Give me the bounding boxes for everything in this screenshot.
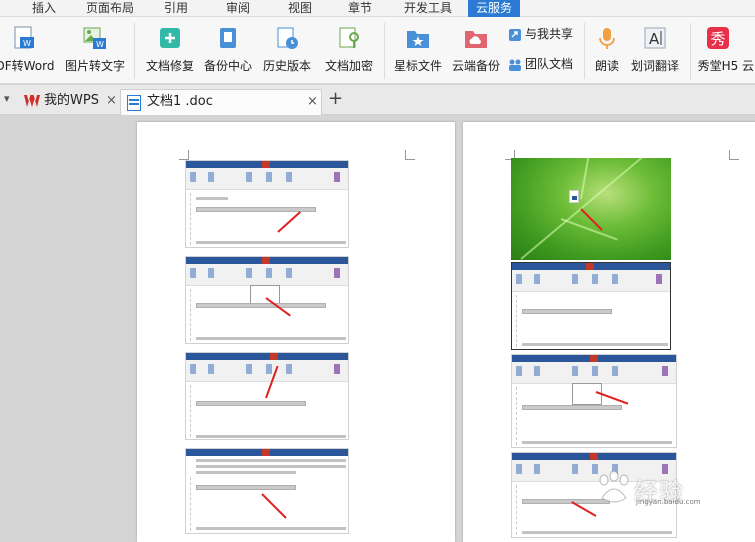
tab-my-wps[interactable]: 我的WPS × — [22, 89, 120, 115]
read-aloud-label: 朗读 — [594, 59, 619, 73]
share-icon — [509, 28, 521, 41]
history-clock-icon — [277, 27, 298, 49]
ribbon-separator — [384, 23, 385, 79]
tab-my-wps-label: 我的WPS — [44, 93, 99, 108]
word-translate-button[interactable]: A 划词翻译 — [626, 17, 684, 84]
wps-logo-icon — [24, 95, 40, 107]
word-file-icon — [569, 190, 579, 203]
xiutang-glyph: 秀 — [710, 30, 726, 48]
cloud-more-label: 云 — [742, 59, 755, 73]
star-file-label: 星标文件 — [393, 59, 442, 73]
close-tab-my-wps-icon[interactable]: × — [106, 89, 117, 113]
embedded-screenshot[interactable] — [511, 262, 671, 350]
page-corner-mark — [179, 150, 189, 160]
menu-tab-view[interactable]: 视图 — [282, 0, 318, 17]
word-doc-icon — [127, 95, 141, 111]
backup-center-button[interactable]: 备份中心 — [200, 17, 256, 84]
pdf-to-word-button[interactable]: W DF转Word — [0, 17, 56, 84]
xiutang-h5-button[interactable]: 秀 秀堂H5 — [694, 17, 742, 84]
embedded-screenshot[interactable] — [511, 354, 677, 448]
cloud-backup-label: 云端备份 — [451, 59, 500, 73]
team-icon — [509, 59, 521, 71]
menu-tab-review[interactable]: 审阅 — [220, 0, 256, 17]
shared-with-me-label: 与我共享 — [525, 27, 574, 41]
microphone-icon — [599, 28, 615, 49]
doc-encrypt-label: 文档加密 — [324, 59, 373, 73]
page-corner-mark — [405, 150, 415, 160]
leaf-desktop-image[interactable] — [511, 158, 671, 260]
star-file-button[interactable]: 星标文件 — [390, 17, 446, 84]
watermark-url: jingyan.baidu.com — [636, 498, 701, 506]
doc-encrypt-button[interactable]: 文档加密 — [320, 17, 378, 84]
doc-repair-label: 文档修复 — [145, 59, 194, 73]
tab-list-dropdown-icon[interactable]: ▾ — [4, 92, 10, 105]
shared-with-me-button[interactable]: 与我共享 — [508, 25, 573, 45]
embedded-screenshot[interactable] — [185, 448, 349, 534]
embedded-screenshot[interactable] — [185, 256, 349, 344]
word-translate-label: 划词翻译 — [630, 59, 679, 73]
backup-center-icon — [220, 28, 236, 48]
menu-bar: 插入 页面布局 引用 审阅 视图 章节 开发工具 云服务 — [0, 0, 755, 17]
menu-tab-cloud[interactable]: 云服务 — [468, 0, 520, 17]
menu-tab-chapter[interactable]: 章节 — [342, 0, 378, 17]
image-to-text-icon: W — [83, 27, 106, 49]
embedded-screenshot[interactable] — [185, 352, 349, 440]
baidu-paw-logo-icon — [599, 470, 629, 503]
svg-text:A: A — [649, 30, 660, 48]
doc-repair-icon — [160, 28, 180, 48]
tab-document1-label: 文档1 .doc — [147, 94, 213, 109]
page-left[interactable] — [137, 122, 455, 542]
lock-icon — [339, 27, 359, 48]
cloud-more-button[interactable]: 云 — [742, 17, 755, 84]
doc-repair-button[interactable]: 文档修复 — [142, 17, 198, 84]
svg-text:W: W — [23, 39, 31, 48]
xiutang-label: 秀堂H5 — [697, 59, 739, 73]
menu-tab-layout[interactable]: 页面布局 — [82, 0, 138, 17]
menu-tab-reference[interactable]: 引用 — [158, 0, 194, 17]
ribbon-separator — [584, 23, 585, 79]
baidu-jingyan-watermark: 经验 jingyan.baidu.com — [588, 470, 718, 506]
ribbon-separator — [690, 23, 691, 79]
read-aloud-button[interactable]: 朗读 — [588, 17, 626, 84]
menu-tab-devtools[interactable]: 开发工具 — [398, 0, 458, 17]
image-to-text-label: 图片转文字 — [64, 59, 125, 73]
image-to-text-button[interactable]: W 图片转文字 — [62, 17, 128, 84]
embedded-screenshot[interactable] — [185, 160, 349, 248]
svg-text:W: W — [96, 40, 104, 49]
tab-document1[interactable]: 文档1 .doc × — [120, 89, 322, 115]
team-docs-button[interactable]: 团队文档 — [508, 55, 573, 75]
star-folder-icon — [407, 31, 429, 48]
ribbon-separator — [134, 23, 135, 79]
page-corner-mark — [729, 150, 739, 160]
team-docs-label: 团队文档 — [525, 57, 574, 71]
pdf-to-word-icon: W — [14, 26, 34, 49]
translate-icon: A — [644, 27, 666, 49]
cloud-folder-icon — [465, 31, 487, 48]
close-tab-document1-icon[interactable]: × — [307, 90, 318, 114]
document-tab-strip: ▾ 我的WPS × 文档1 .doc × + — [0, 85, 755, 115]
ribbon: W DF转Word W 图片转文字 文档修复 备份中心 历史版本 文档加密 星标… — [0, 17, 755, 84]
cloud-backup-button[interactable]: 云端备份 — [448, 17, 504, 84]
backup-center-label: 备份中心 — [203, 59, 252, 73]
new-tab-button[interactable]: + — [328, 88, 343, 109]
menu-tab-insert[interactable]: 插入 — [24, 0, 64, 17]
pdf-to-word-label: DF转Word — [0, 59, 55, 73]
history-version-label: 历史版本 — [262, 59, 311, 73]
history-version-button[interactable]: 历史版本 — [258, 17, 316, 84]
